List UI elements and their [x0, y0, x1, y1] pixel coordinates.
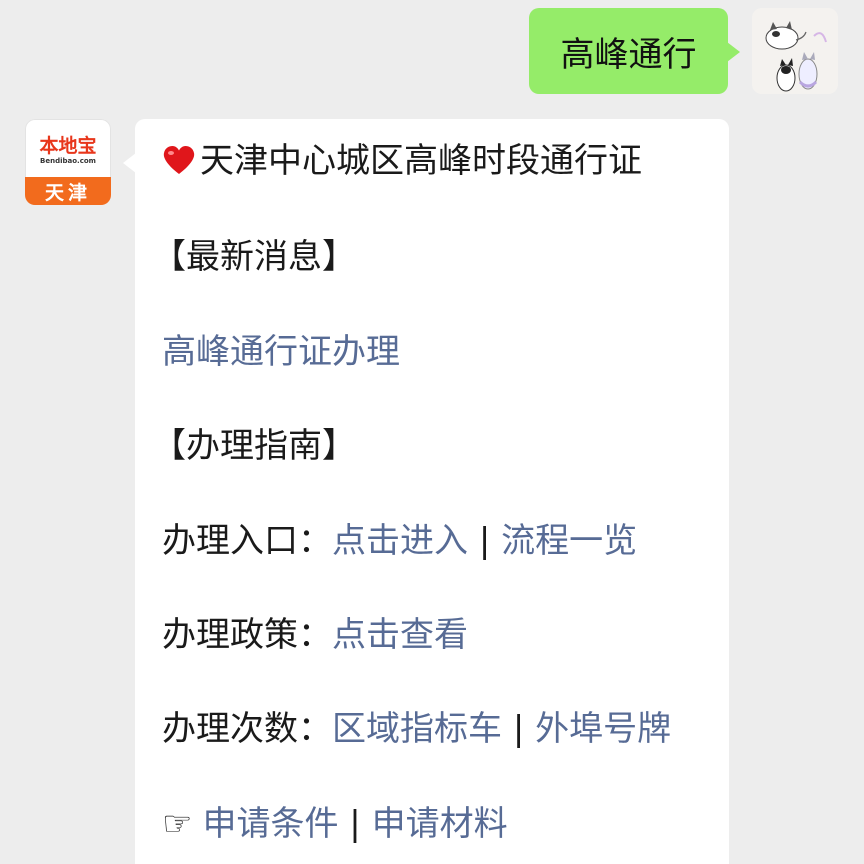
incoming-message-bubble: 天津中心城区高峰时段通行证 【最新消息】 高峰通行证办理 【办理指南】 办理入口…	[123, 119, 729, 864]
separator: |	[478, 521, 491, 561]
policy-line: 办理政策：点击查看	[162, 615, 468, 655]
my-avatar[interactable]	[752, 8, 838, 94]
sender-avatar-logo: 本地宝	[39, 134, 97, 157]
article-title-line: 天津中心城区高峰时段通行证	[162, 141, 642, 181]
out-of-town-plate-link[interactable]: 外埠号牌	[535, 709, 671, 749]
outgoing-message-bubble[interactable]: 高峰通行	[529, 8, 740, 94]
news-link-line: 高峰通行证办理	[162, 332, 400, 372]
apply-conditions-link[interactable]: 申请条件	[202, 804, 338, 844]
entry-label: 办理入口：	[162, 521, 332, 561]
article-title: 天津中心城区高峰时段通行证	[200, 141, 642, 181]
policy-label: 办理政策：	[162, 615, 332, 655]
pointing-hand-icon: ☞	[162, 804, 193, 844]
cat-illustration-icon	[752, 8, 838, 94]
separator: |	[349, 804, 361, 844]
section-news-heading: 【最新消息】	[152, 237, 356, 277]
count-line: 办理次数：区域指标车 | 外埠号牌	[162, 709, 671, 749]
red-heart-icon	[163, 146, 195, 174]
entry-line: 办理入口：点击进入 | 流程一览	[162, 521, 637, 561]
outgoing-message-text: 高峰通行	[560, 34, 697, 75]
view-policy-link[interactable]: 点击查看	[332, 615, 468, 655]
section-guide-heading: 【办理指南】	[152, 426, 356, 466]
sender-avatar-url: Bendibao.com	[40, 156, 96, 165]
permit-apply-link[interactable]: 高峰通行证办理	[162, 332, 400, 372]
sender-avatar-city: 天津	[25, 177, 111, 205]
process-overview-link[interactable]: 流程一览	[501, 521, 637, 561]
chat-window: 高峰通行 本地宝 Bendibao.com 天津 天津中心城区高峰时段通行证 【…	[0, 0, 864, 864]
sender-avatar[interactable]: 本地宝 Bendibao.com 天津	[25, 119, 111, 205]
separator: |	[512, 709, 525, 749]
quota-vehicle-link[interactable]: 区域指标车	[332, 709, 502, 749]
apply-line: ☞ 申请条件 | 申请材料	[162, 804, 508, 844]
sender-avatar-logo-area: 本地宝 Bendibao.com	[25, 119, 111, 177]
apply-materials-link[interactable]: 申请材料	[372, 804, 508, 844]
count-label: 办理次数：	[162, 709, 332, 749]
enter-link[interactable]: 点击进入	[332, 521, 468, 561]
